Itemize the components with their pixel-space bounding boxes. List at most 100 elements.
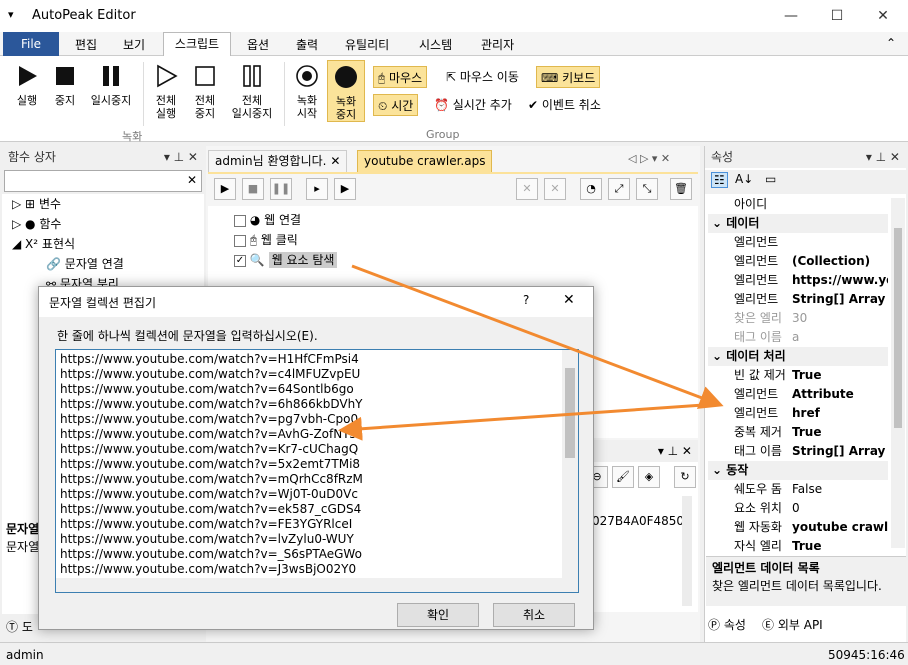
tab-nav-controls[interactable]: ◁ ▷ ▾ ✕: [628, 152, 670, 165]
property-category[interactable]: ⌄ 데이터: [708, 214, 888, 233]
tree-item-function[interactable]: ▷ ● 함수: [12, 214, 61, 234]
property-row[interactable]: 엘리먼트 String[] Array: [708, 290, 888, 309]
tab-welcome[interactable]: admin님 환영합니다. ✕: [208, 150, 348, 172]
property-value[interactable]: True: [792, 366, 888, 385]
property-category[interactable]: ⌄ 데이터 처리: [708, 347, 888, 366]
property-row[interactable]: 엘리먼트 https://www.you: [708, 271, 888, 290]
tab-options[interactable]: 옵션: [247, 36, 269, 53]
tab-script[interactable]: 스크립트: [163, 32, 231, 57]
pause-button[interactable]: 일시중지: [86, 64, 136, 107]
property-value[interactable]: https://www.you: [792, 271, 888, 290]
expand-button[interactable]: ⤢: [608, 178, 630, 200]
collapse-button[interactable]: ⤡: [636, 178, 658, 200]
property-value[interactable]: 0: [792, 499, 888, 518]
property-row[interactable]: 엘리먼트 Attribute: [708, 385, 888, 404]
script-item-web-connect[interactable]: ◕ 웹 연결: [234, 210, 301, 230]
timer-button[interactable]: ◔: [580, 178, 602, 200]
property-row[interactable]: 태그 이름 a: [708, 328, 888, 347]
disabled-button-1[interactable]: ✕: [516, 178, 538, 200]
pause-script-button[interactable]: ❚❚: [270, 178, 292, 200]
tree-item-expression[interactable]: ◢ X² 표현식: [12, 234, 75, 254]
maximize-button[interactable]: ☐: [814, 2, 860, 30]
output-scrollbar[interactable]: [682, 496, 692, 606]
pause-all-button[interactable]: 전체 일시중지: [226, 64, 278, 120]
property-value[interactable]: (Collection): [792, 252, 888, 271]
property-value[interactable]: String[] Array: [792, 442, 888, 461]
property-value[interactable]: String[] Array: [792, 290, 888, 309]
stop-script-button[interactable]: ■: [242, 178, 264, 200]
property-row[interactable]: 엘리먼트 href: [708, 404, 888, 423]
script-item-web-click[interactable]: 🖰 웹 클릭: [234, 230, 298, 250]
property-row[interactable]: 엘리먼트: [708, 233, 888, 252]
tab-edit[interactable]: 편집: [75, 36, 97, 53]
string-collection-textarea[interactable]: https://www.youtube.com/watch?v=H1HfCFmP…: [55, 349, 579, 593]
property-row[interactable]: 요소 위치 0: [708, 499, 888, 518]
chevron-down-icon[interactable]: ⌄: [712, 349, 726, 363]
mouse-toggle[interactable]: 🖰 마우스: [373, 66, 428, 88]
delete-button[interactable]: 🗑: [670, 178, 692, 200]
textarea-hscrollbar[interactable]: [56, 578, 578, 592]
property-row[interactable]: 엘리먼트 (Collection): [708, 252, 888, 271]
alphabetical-icon[interactable]: A↓: [735, 172, 753, 186]
property-row[interactable]: 자식 엘리 True: [708, 537, 888, 556]
properties-scrollbar[interactable]: [891, 198, 905, 548]
file-button[interactable]: File: [3, 32, 59, 56]
tree-item-string-concat[interactable]: 🔗 문자열 연결: [46, 254, 124, 274]
tab-properties[interactable]: Ⓟ 속성: [708, 616, 746, 633]
property-row[interactable]: 쉐도우 돔 False: [708, 480, 888, 499]
property-value[interactable]: True: [792, 537, 888, 556]
refresh-icon[interactable]: ↻: [674, 466, 696, 488]
close-button[interactable]: ✕: [860, 2, 906, 30]
record-stop-button[interactable]: 녹화 중지: [327, 60, 365, 122]
textarea-vscrollbar[interactable]: [562, 350, 578, 578]
property-row[interactable]: 웹 자동화 youtube crawler: [708, 518, 888, 537]
function-search-input[interactable]: ✕: [4, 170, 202, 192]
keyboard-toggle[interactable]: ⌨ 키보드: [536, 66, 601, 88]
minimize-button[interactable]: —: [768, 2, 814, 30]
realtime-add-button[interactable]: ⏰ 실시간 추가: [430, 94, 516, 116]
property-value[interactable]: 30: [792, 309, 888, 328]
tab-toolbox[interactable]: Ⓣ 도: [6, 618, 33, 635]
run-button[interactable]: 실행: [8, 64, 46, 107]
stop-button[interactable]: 중지: [48, 64, 82, 107]
close-tab-icon[interactable]: ✕: [330, 154, 340, 168]
run-all-button[interactable]: 전체 실행: [148, 64, 184, 120]
brush-icon[interactable]: 🖌: [612, 466, 634, 488]
tab-system[interactable]: 시스템: [419, 36, 452, 53]
step-button[interactable]: ▸: [306, 178, 328, 200]
ok-button[interactable]: 확인: [397, 603, 479, 627]
property-value[interactable]: youtube crawler: [792, 518, 888, 537]
cancel-button[interactable]: 취소: [493, 603, 575, 627]
stop-all-button[interactable]: 전체 중지: [187, 64, 223, 120]
tab-utility[interactable]: 유틸리티: [345, 36, 389, 53]
property-value[interactable]: Attribute: [792, 385, 888, 404]
collapse-ribbon-icon[interactable]: ⌃: [886, 36, 896, 50]
tab-view[interactable]: 보기: [123, 36, 145, 53]
property-row[interactable]: 중복 제거 True: [708, 423, 888, 442]
clear-icon[interactable]: ✕: [187, 173, 197, 187]
fill-icon[interactable]: ◈: [638, 466, 660, 488]
record-start-button[interactable]: 녹화 시작: [290, 64, 324, 120]
step-over-button[interactable]: ▶: [334, 178, 356, 200]
checkbox-checked[interactable]: ✓: [234, 254, 246, 267]
property-value[interactable]: href: [792, 404, 888, 423]
property-category[interactable]: ⌄ 동작: [708, 461, 888, 480]
script-item-web-find[interactable]: ✓ 🔍 웹 요소 탐색: [234, 250, 338, 270]
mouse-move-toggle[interactable]: ⇱ 마우스 이동: [442, 66, 523, 88]
property-value[interactable]: False: [792, 480, 888, 499]
tree-item-variable[interactable]: ▷ ⊞ 변수: [12, 194, 61, 214]
time-toggle[interactable]: ⏲ 시간: [373, 94, 419, 116]
tab-admin[interactable]: 관리자: [481, 36, 514, 53]
property-value[interactable]: True: [792, 423, 888, 442]
tab-youtube-crawler[interactable]: youtube crawler.aps: [357, 150, 493, 172]
categorized-icon[interactable]: ☷: [711, 172, 728, 188]
panel-controls-icon[interactable]: ▾ ⊥ ✕: [866, 146, 900, 168]
output-panel-controls[interactable]: ▾ ⊥ ✕: [658, 444, 692, 458]
cancel-event-button[interactable]: ✔ 이벤트 취소: [524, 94, 605, 116]
property-row[interactable]: 빈 값 제거 True: [708, 366, 888, 385]
help-button[interactable]: ?: [523, 293, 529, 307]
disabled-button-2[interactable]: ✕: [544, 178, 566, 200]
app-menu-icon[interactable]: ▾: [8, 8, 14, 21]
chevron-down-icon[interactable]: ⌄: [712, 216, 726, 230]
property-row[interactable]: 찾은 엘리 30: [708, 309, 888, 328]
